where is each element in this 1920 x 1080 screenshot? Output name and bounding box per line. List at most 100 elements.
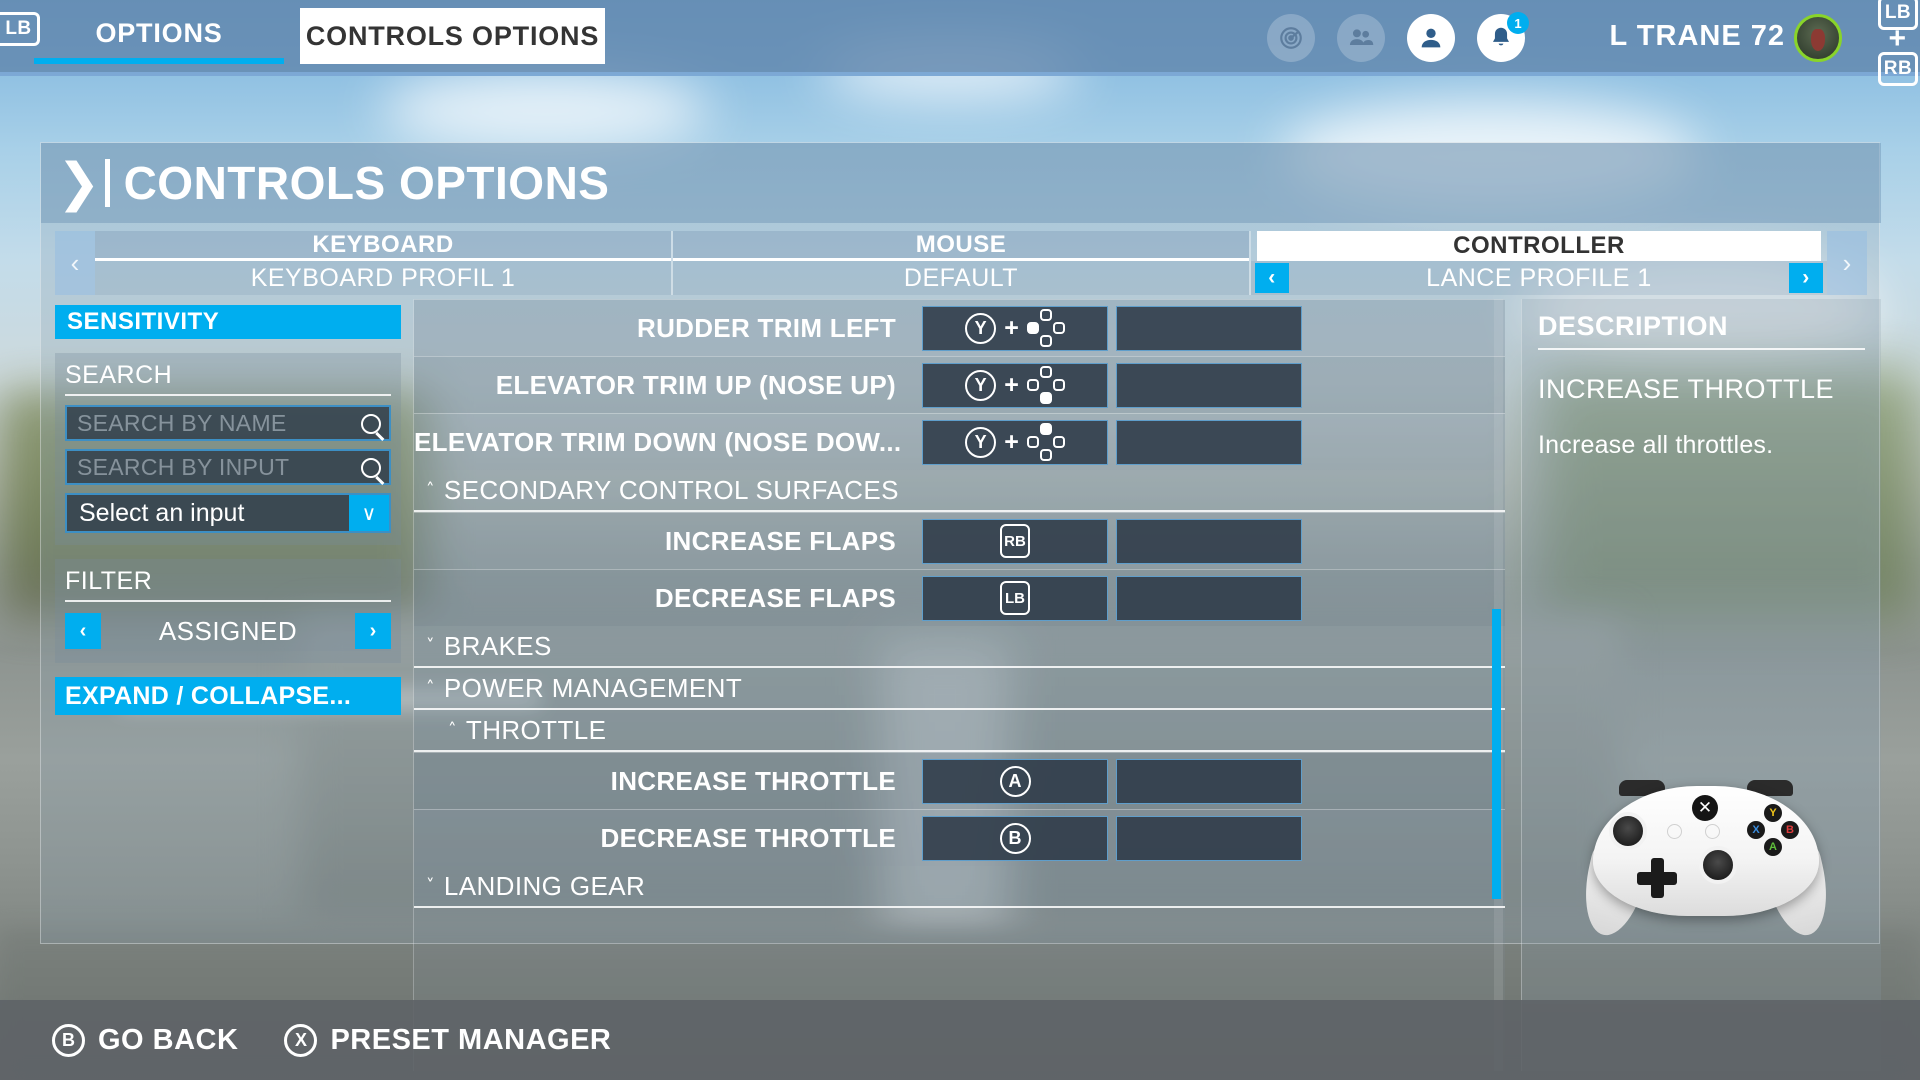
filter-next-button[interactable]: › — [355, 613, 391, 649]
controller-rb-bumper-icon: RB — [1000, 524, 1030, 558]
bindings-scrollbar-track[interactable] — [1492, 299, 1503, 1071]
xbox-controller-image: ✕ Y X B A — [1571, 768, 1841, 953]
binding-secondary-input[interactable] — [1116, 362, 1302, 408]
cloud-decoration — [380, 70, 710, 150]
controller-menu-button — [1705, 824, 1720, 839]
binding-secondary-input[interactable] — [1116, 518, 1302, 564]
controller-button-y: Y — [1764, 804, 1782, 822]
binding-name: ELEVATOR TRIM UP (NOSE UP) — [495, 369, 896, 400]
username-label: L TRANE 72 — [1609, 20, 1785, 52]
friends-icon[interactable] — [1337, 14, 1385, 62]
chevron-down-icon[interactable]: ∨ — [349, 495, 389, 531]
go-back-label: GO BACK — [98, 1023, 239, 1056]
binding-secondary-input[interactable] — [1116, 758, 1302, 804]
description-binding-name: INCREASE THROTTLE — [1538, 374, 1835, 404]
bindings-list[interactable]: RUDDER TRIM LEFT Y + ELEVATOR TRIM UP (NOSE… — [413, 299, 1505, 1071]
device-mouse[interactable]: MOUSE DEFAULT — [673, 231, 1251, 295]
binding-secondary-input[interactable] — [1116, 419, 1302, 465]
binding-secondary-input[interactable] — [1116, 575, 1302, 621]
plus-symbol: + — [1888, 22, 1906, 55]
binding-secondary-input[interactable] — [1116, 305, 1302, 351]
plus-symbol: + — [1004, 370, 1019, 399]
search-by-name-input[interactable]: SEARCH BY NAME — [65, 405, 391, 441]
search-icon — [361, 458, 381, 478]
device-next-button[interactable]: › — [1827, 231, 1867, 295]
binding-primary-input[interactable]: Y + — [922, 305, 1108, 351]
binding-primary-input[interactable]: Y + — [922, 362, 1108, 408]
filter-stepper[interactable]: ‹ ASSIGNED › — [65, 611, 391, 651]
controller-button-a: A — [1764, 838, 1782, 856]
device-controller-profile[interactable]: ‹ LANCE PROFILE 1 › — [1251, 261, 1827, 295]
controller-face-buttons: Y X B A — [1747, 804, 1799, 856]
tab-controls-options[interactable]: CONTROLS OPTIONS — [300, 8, 605, 64]
binding-secondary-input[interactable] — [1116, 815, 1302, 861]
filter-group: FILTER ‹ ASSIGNED › — [55, 559, 401, 663]
expand-collapse-button[interactable]: EXPAND / COLLAPSE... — [55, 677, 401, 715]
sidebar: SENSITIVITY SEARCH SEARCH BY NAME SEARCH… — [55, 305, 401, 867]
device-controller[interactable]: CONTROLLER ‹ LANCE PROFILE 1 › — [1251, 231, 1827, 295]
top-right-icon-group: 1 — [1267, 12, 1529, 62]
controls-options-panel: ❯ CONTROLS OPTIONS ‹ KEYBOARD KEYBOARD P… — [40, 142, 1881, 1071]
binding-group-secondary-control-surfaces[interactable]: ˄ SECONDARY CONTROL SURFACES — [414, 470, 1505, 512]
device-keyboard[interactable]: KEYBOARD KEYBOARD PROFIL 1 — [95, 231, 673, 295]
device-slots: KEYBOARD KEYBOARD PROFIL 1 MOUSE DEFAULT… — [95, 231, 1827, 295]
binding-row[interactable]: DECREASE THROTTLE B — [414, 809, 1505, 866]
binding-row[interactable]: ELEVATOR TRIM UP (NOSE UP) Y + — [414, 356, 1505, 413]
select-an-input-value: Select an input — [79, 498, 245, 527]
bindings-scrollbar-thumb[interactable] — [1492, 609, 1501, 899]
dpad-left-icon — [1026, 309, 1065, 347]
device-controller-name: CONTROLLER — [1257, 231, 1821, 261]
description-title: DESCRIPTION — [1538, 311, 1865, 350]
controller-profile-prev-button[interactable]: ‹ — [1255, 263, 1289, 293]
device-keyboard-profile[interactable]: KEYBOARD PROFIL 1 — [95, 261, 671, 295]
binding-group-landing-gear[interactable]: ˅ LANDING GEAR — [414, 866, 1505, 908]
binding-group-power-management[interactable]: ˄ POWER MANAGEMENT — [414, 668, 1505, 710]
avatar[interactable] — [1794, 14, 1842, 62]
binding-primary-input[interactable]: A — [922, 758, 1108, 804]
controller-button-b-icon: B — [999, 822, 1031, 854]
page-title-row: ❯ CONTROLS OPTIONS — [41, 143, 1881, 223]
search-group: SEARCH SEARCH BY NAME SEARCH BY INPUT Se… — [55, 353, 401, 545]
xbox-guide-icon: ✕ — [1692, 795, 1718, 821]
binding-primary-input[interactable]: B — [922, 815, 1108, 861]
binding-primary-input[interactable]: RB — [922, 518, 1108, 564]
filter-prev-button[interactable]: ‹ — [65, 613, 101, 649]
preset-manager-label: PRESET MANAGER — [330, 1023, 612, 1056]
binding-row[interactable]: DECREASE FLAPS LB — [414, 569, 1505, 626]
device-mouse-name: MOUSE — [673, 231, 1249, 261]
profile-icon[interactable] — [1407, 14, 1455, 62]
binding-name: INCREASE THROTTLE — [610, 765, 896, 796]
binding-primary-input[interactable]: LB — [922, 575, 1108, 621]
binding-group-label: POWER MANAGEMENT — [443, 672, 743, 703]
notifications-icon[interactable]: 1 — [1477, 12, 1529, 62]
tab-options[interactable]: OPTIONS — [34, 8, 284, 64]
binding-row[interactable]: RUDDER TRIM LEFT Y + — [414, 299, 1505, 356]
binding-row[interactable]: ELEVATOR TRIM DOWN (NOSE DOW... Y + — [414, 413, 1505, 470]
binding-primary-input[interactable]: Y + — [922, 419, 1108, 465]
select-an-input-dropdown[interactable]: Select an input ∨ — [65, 493, 391, 533]
binding-group-brakes[interactable]: ˅ BRAKES — [414, 626, 1505, 668]
radar-icon[interactable] — [1267, 14, 1315, 62]
binding-row[interactable]: INCREASE FLAPS RB — [414, 512, 1505, 569]
sidebar-item-sensitivity[interactable]: SENSITIVITY — [55, 305, 401, 339]
controller-profile-next-button[interactable]: › — [1789, 263, 1823, 293]
search-by-input-input[interactable]: SEARCH BY INPUT — [65, 449, 391, 485]
controller-left-stick — [1609, 812, 1647, 850]
controller-right-stick — [1699, 846, 1737, 884]
chevron-down-icon: ˅ — [426, 636, 435, 656]
device-mouse-profile-value: DEFAULT — [903, 263, 1019, 292]
controller-button-y-icon: Y — [965, 426, 997, 458]
binding-row[interactable]: INCREASE THROTTLE A — [414, 752, 1505, 809]
preset-manager-hint[interactable]: X PRESET MANAGER — [284, 1023, 612, 1057]
device-prev-button[interactable]: ‹ — [55, 231, 95, 295]
sensitivity-label: SENSITIVITY — [67, 308, 220, 335]
dpad-up-icon — [1026, 423, 1065, 461]
game-screen: LB OPTIONS CONTROLS OPTIONS 1 L TRANE 72… — [0, 0, 1920, 1080]
plus-symbol: + — [1004, 313, 1019, 342]
binding-group-throttle[interactable]: ˄ THROTTLE — [414, 710, 1505, 752]
device-mouse-profile[interactable]: DEFAULT — [673, 261, 1249, 295]
go-back-hint[interactable]: B GO BACK — [52, 1023, 239, 1057]
chevron-up-icon: ˄ — [426, 678, 435, 698]
device-controller-profile-value: LANCE PROFILE 1 — [1426, 263, 1652, 292]
chevron-down-icon: ˅ — [426, 876, 435, 896]
